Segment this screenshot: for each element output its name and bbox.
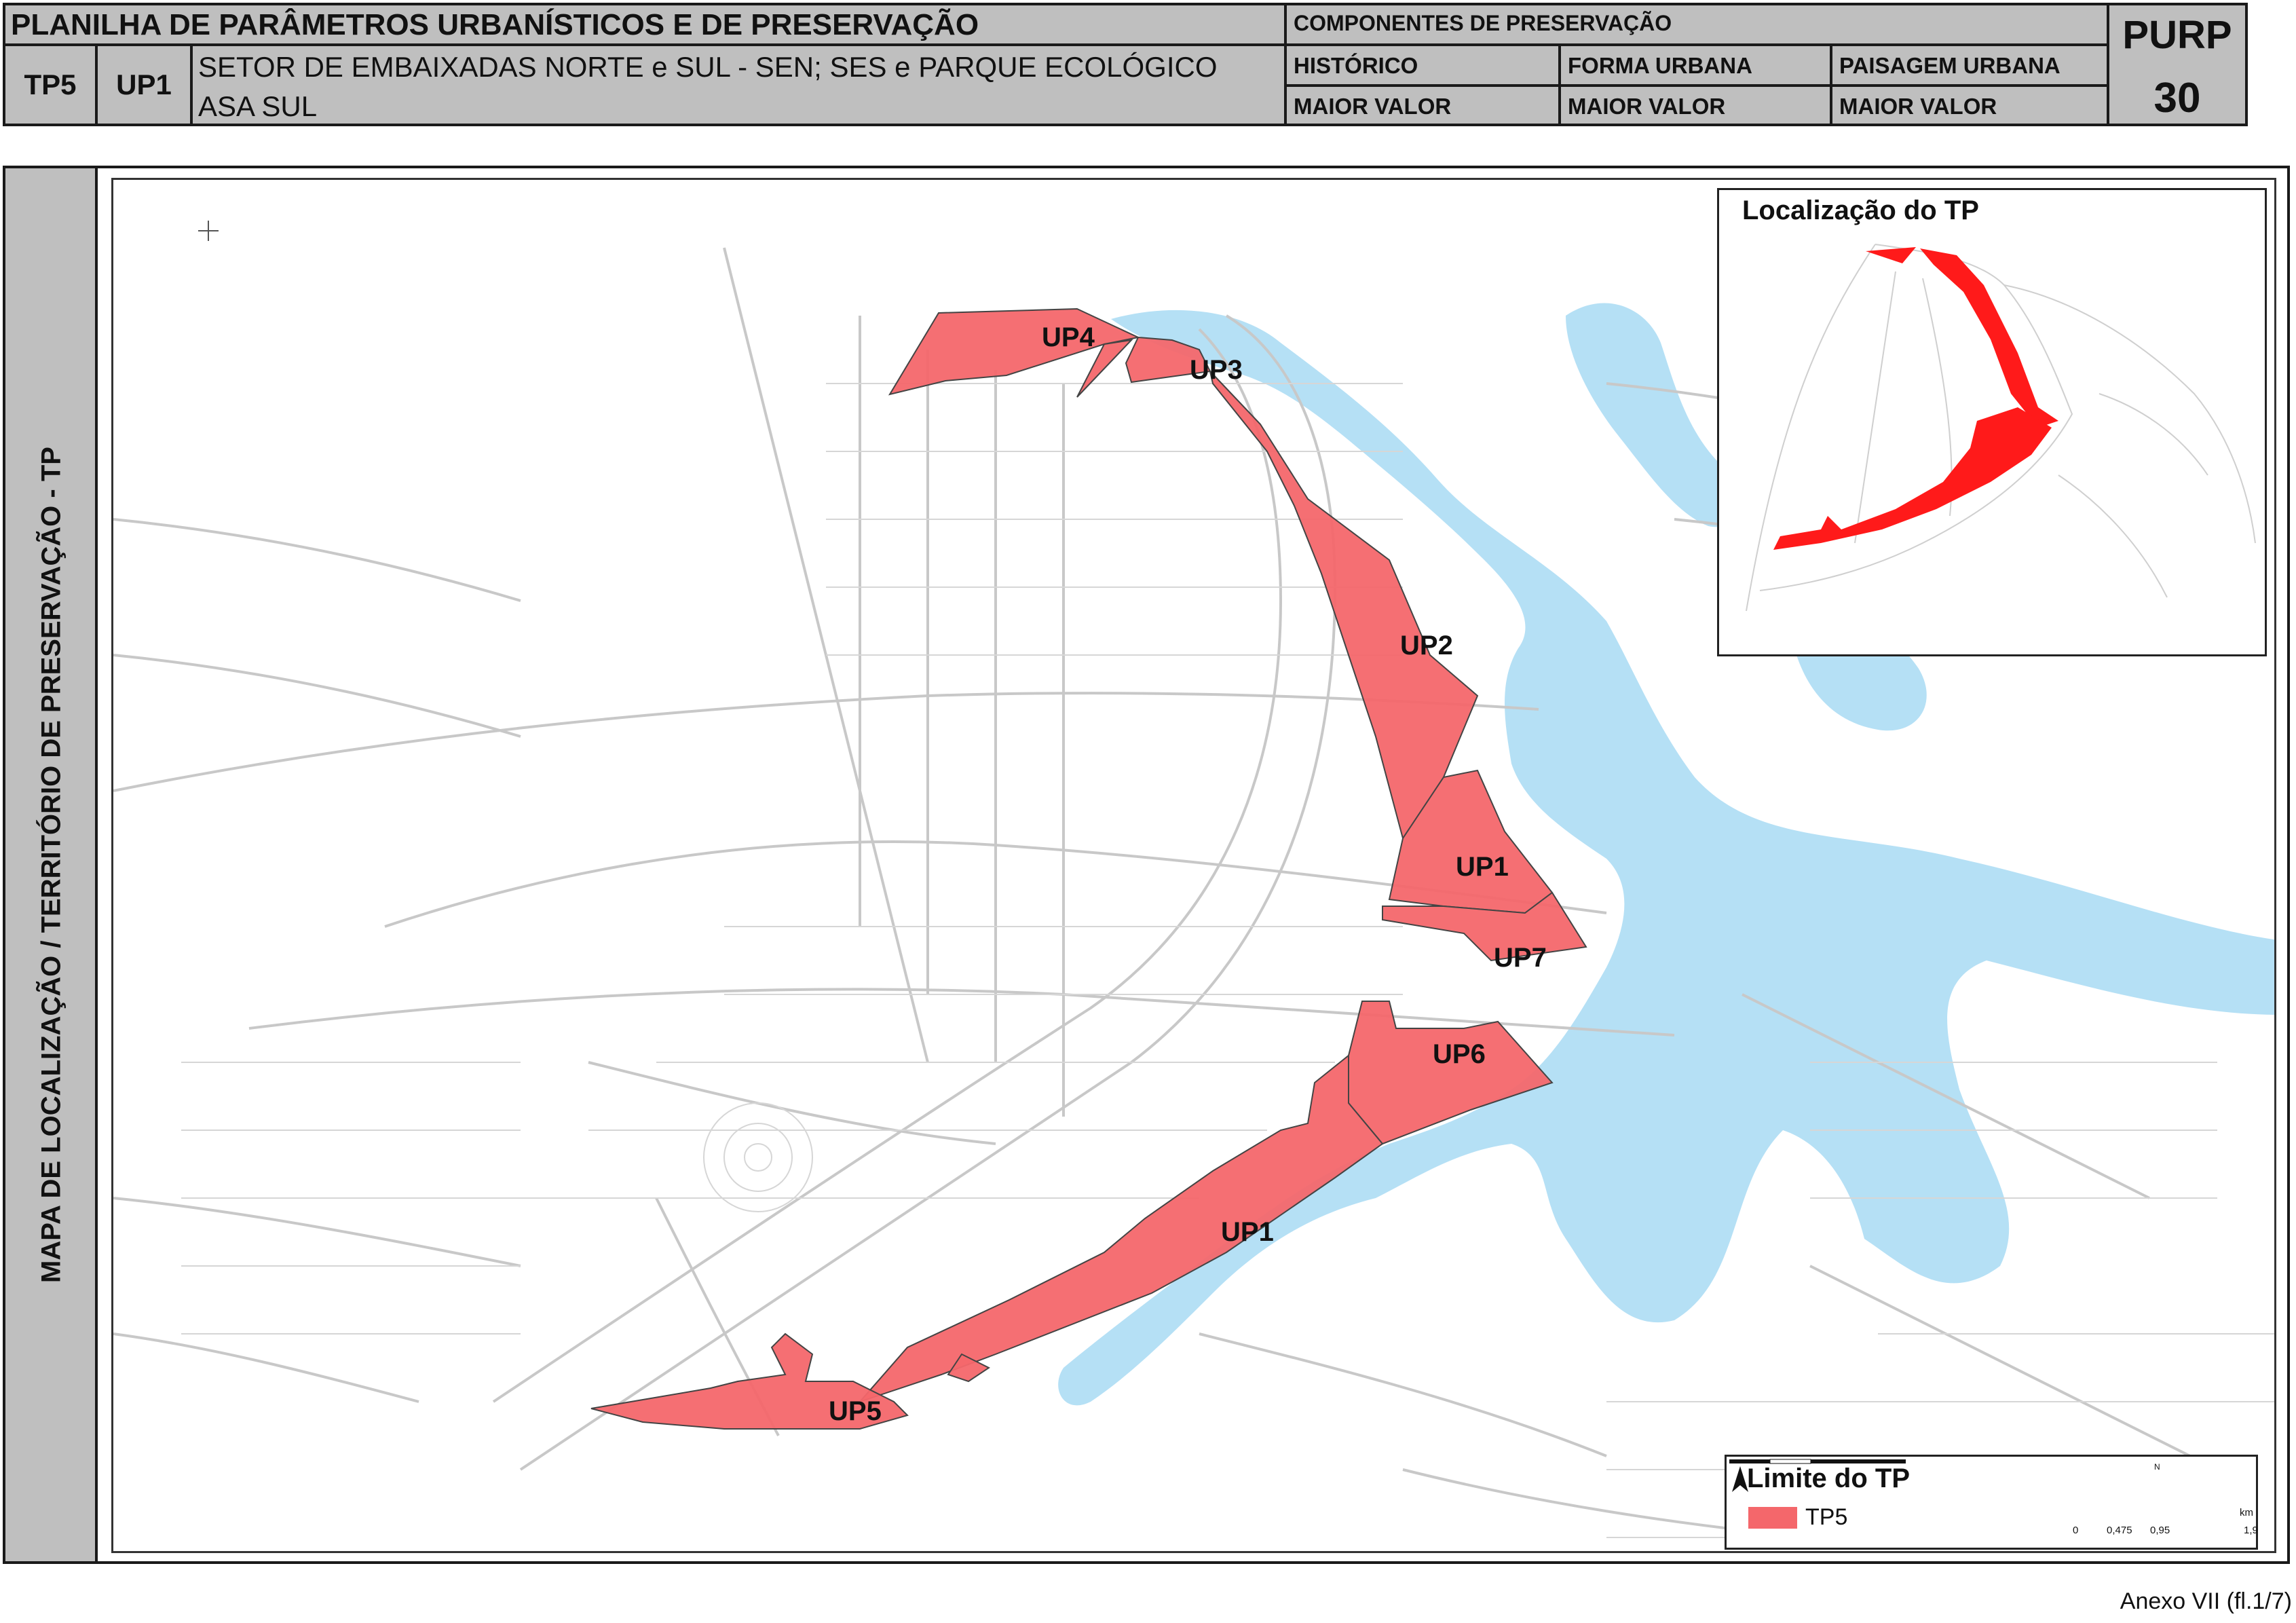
side-title-bar: MAPA DE LOCALIZAÇÃO / TERRITÓRIO DE PRES… [5,168,98,1561]
up2-label: UP2 [1400,631,1453,660]
scale-unit: km [2240,1507,2253,1518]
north-label: N [2154,1462,2160,1472]
component-paisagem-urbana-label: PAISAGEM URBANA [1830,43,2109,87]
scale-tick-0: 0 [2073,1525,2079,1536]
sector-description: SETOR DE EMBAIXADAS NORTE e SUL - SEN; S… [190,43,1287,126]
up5-label: UP5 [829,1396,882,1426]
up-code: UP1 [95,43,193,126]
legend-tp5-label: TP5 [1805,1504,1848,1530]
inset-map-graphic [1746,244,2256,612]
purp-label: PURP [2122,13,2232,57]
tp5-polygons [590,307,1587,1430]
map-frame: MAPA DE LOCALIZAÇÃO / TERRITÓRIO DE PRES… [3,166,2290,1564]
purp-box: PURP 30 [2107,3,2248,126]
scale-tick-2: 0,95 [2150,1525,2170,1536]
component-paisagem-urbana-value: MAIOR VALOR [1830,84,2109,126]
annex-footer: Anexo VII (fl.1/7) [2120,1588,2292,1614]
map-area[interactable]: UP4 UP3 UP2 UP1 UP7 UP6 UP1 UP5 Localiza… [111,178,2276,1553]
up7-label: UP7 [1494,943,1547,973]
tp-code: TP5 [3,43,98,126]
up1-north-label: UP1 [1456,852,1509,882]
component-historico-label: HISTÓRICO [1284,43,1561,87]
up6-label: UP6 [1433,1039,1486,1069]
component-forma-urbana-value: MAIOR VALOR [1558,84,1832,126]
legend-tp5-swatch [1748,1507,1797,1529]
component-forma-urbana-label: FORMA URBANA [1558,43,1832,87]
map-legend: Limite do TP TP5 N km 0 0,475 0,95 1,9 [1725,1455,2258,1550]
inset-location-map: Localização do TP [1717,188,2267,656]
sheet-title: PLANILHA DE PARÂMETROS URBANÍSTICOS E DE… [3,3,1287,46]
crosshair-mark [198,221,219,241]
header-table: PLANILHA DE PARÂMETROS URBANÍSTICOS E DE… [3,3,2248,126]
up2-polygon [1209,369,1479,840]
scale-tick-3: 1,9 [2244,1525,2258,1536]
up4-label: UP4 [1042,322,1095,352]
components-title: COMPONENTES DE PRESERVAÇÃO [1284,3,2109,46]
up3-label: UP3 [1190,355,1243,385]
scale-bar [1729,1459,1906,1464]
purp-number: 30 [2153,75,2201,122]
side-title: MAPA DE LOCALIZAÇÃO / TERRITÓRIO DE PRES… [36,447,67,1283]
up1-south-label: UP1 [1221,1217,1274,1247]
component-historico-value: MAIOR VALOR [1284,84,1561,126]
scale-tick-1: 0,475 [2107,1525,2132,1536]
